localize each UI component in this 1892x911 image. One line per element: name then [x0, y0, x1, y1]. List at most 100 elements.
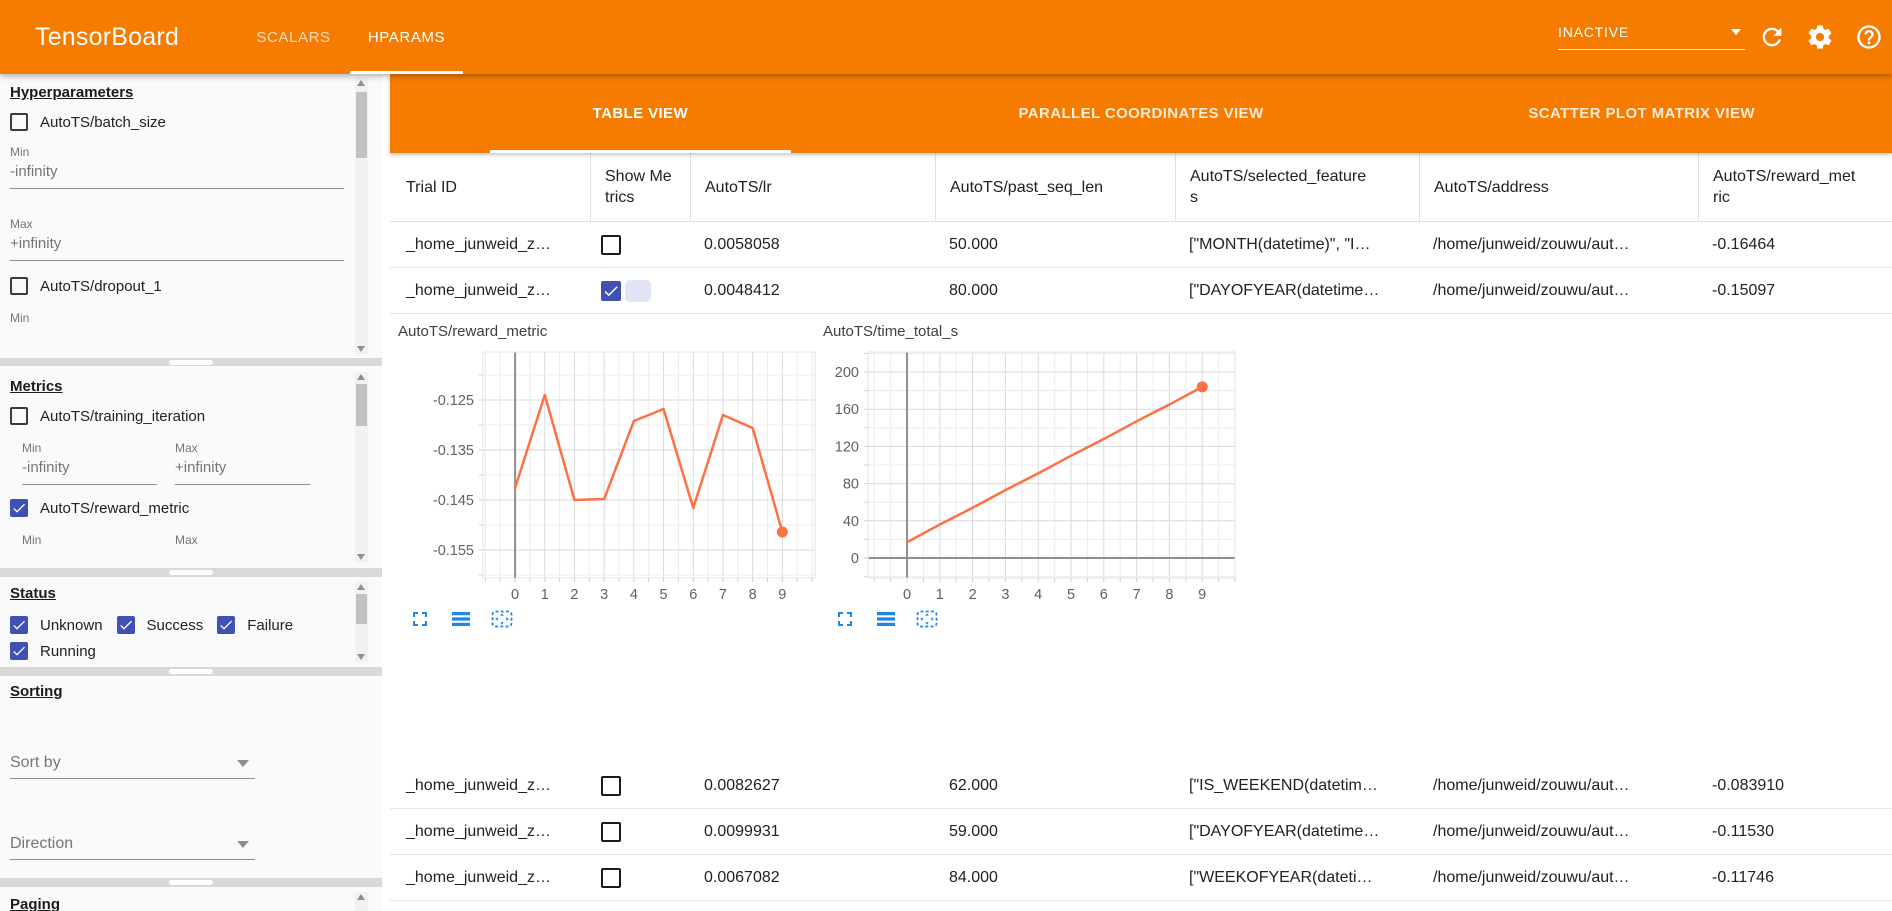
table-row[interactable]: _home_junweid_z… 0.0099931 59.000 ["DAYO…	[390, 809, 1892, 855]
help-button[interactable]	[1855, 23, 1883, 51]
table-row[interactable]: _home_junweid_z… 0.0058058 50.000 ["MONT…	[390, 222, 1892, 268]
column-header-show-metrics[interactable]: Show Metrics	[590, 153, 690, 221]
checkbox-icon[interactable]	[117, 616, 135, 634]
checkbox-icon[interactable]	[10, 277, 28, 295]
checkbox-icon[interactable]	[10, 499, 28, 517]
training-iteration-max-field[interactable]: Max +infinity	[175, 441, 310, 485]
checkbox-icon[interactable]	[601, 822, 621, 842]
drag-handle[interactable]	[169, 570, 213, 575]
checkbox-icon[interactable]	[601, 281, 621, 301]
list-icon[interactable]	[449, 607, 473, 631]
drag-handle[interactable]	[169, 669, 213, 674]
show-metrics-cell[interactable]	[590, 268, 690, 313]
lr-cell: 0.0082627	[690, 763, 935, 808]
scrollbar-thumb[interactable]	[356, 594, 367, 624]
metrics-scrollbar[interactable]	[355, 372, 368, 562]
chevron-down-icon	[237, 760, 249, 767]
scrollbar-thumb[interactable]	[356, 384, 367, 426]
past-seq-len-cell: 50.000	[935, 222, 1175, 267]
table-row[interactable]: _home_junweid_z… 0.0048412 80.000 ["DAYO…	[390, 268, 1892, 314]
svg-text:-0.155: -0.155	[433, 543, 474, 559]
checkbox-icon[interactable]	[10, 642, 28, 660]
table-row[interactable]: _home_junweid_z… 0.0067082 84.000 ["WEEK…	[390, 855, 1892, 901]
min-input[interactable]: -infinity	[10, 159, 344, 189]
hparam-dropout-row[interactable]: AutoTS/dropout_1	[10, 277, 344, 295]
list-icon[interactable]	[874, 607, 898, 631]
tab-parallel-coordinates-view[interactable]: PARALLEL COORDINATES VIEW	[891, 74, 1392, 153]
checkbox-icon[interactable]	[10, 113, 28, 131]
refresh-button[interactable]	[1758, 23, 1786, 51]
tab-scatter-plot-matrix-view[interactable]: SCATTER PLOT MATRIX VIEW	[1391, 74, 1892, 153]
reward-metric-min-field[interactable]: Min	[22, 533, 157, 547]
reward-metric-max-field[interactable]: Max	[175, 533, 310, 547]
status-unknown-row[interactable]: Unknown	[10, 616, 103, 634]
column-header-past-seq-len[interactable]: AutoTS/past_seq_len	[935, 153, 1175, 221]
show-metrics-cell[interactable]	[590, 763, 690, 808]
tab-table-view[interactable]: TABLE VIEW	[390, 74, 891, 153]
scroll-up-icon[interactable]	[357, 584, 365, 590]
section-resize-divider[interactable]	[0, 878, 382, 887]
settings-button[interactable]	[1806, 23, 1834, 51]
tab-scalars[interactable]: SCALARS	[237, 0, 350, 74]
metric-training-iteration-row[interactable]: AutoTS/training_iteration	[10, 407, 344, 425]
status-success-row[interactable]: Success	[117, 616, 204, 634]
drag-handle[interactable]	[169, 880, 213, 885]
column-header-reward-metric[interactable]: AutoTS/reward_metric	[1698, 153, 1892, 221]
checkbox-icon[interactable]	[10, 616, 28, 634]
status-scrollbar[interactable]	[355, 582, 368, 662]
app-bar: TensorBoard SCALARS HPARAMS INACTIVE	[0, 0, 1892, 74]
reward-metric-chart[interactable]: -0.125-0.135-0.145-0.1550123456789	[390, 315, 836, 645]
scroll-up-icon[interactable]	[357, 894, 365, 900]
hyperparameters-scrollbar[interactable]	[355, 78, 368, 354]
checkbox-icon[interactable]	[217, 616, 235, 634]
checkbox-icon[interactable]	[601, 235, 621, 255]
batch-size-min-field[interactable]: Min -infinity	[10, 145, 344, 189]
max-input[interactable]: +infinity	[175, 455, 310, 485]
checkbox-icon[interactable]	[10, 407, 28, 425]
hparam-batch-size-row[interactable]: AutoTS/batch_size	[10, 113, 344, 131]
checkbox-icon[interactable]	[601, 776, 621, 796]
checkbox-ripple	[625, 280, 651, 302]
fit-to-screen-icon[interactable]	[490, 607, 514, 631]
scrollbar-thumb[interactable]	[356, 92, 367, 158]
tab-hparams[interactable]: HPARAMS	[350, 0, 463, 74]
show-metrics-cell[interactable]	[590, 222, 690, 267]
status-failure-row[interactable]: Failure	[217, 616, 293, 634]
fullscreen-icon[interactable]	[408, 607, 432, 631]
dropout-min-field[interactable]: Min	[10, 311, 344, 325]
checkbox-icon[interactable]	[601, 868, 621, 888]
show-metrics-cell[interactable]	[590, 855, 690, 900]
scroll-down-icon[interactable]	[357, 654, 365, 660]
column-header-lr[interactable]: AutoTS/lr	[690, 153, 935, 221]
column-header-trial-id[interactable]: Trial ID	[390, 153, 590, 221]
reward-metric-chart-panel: -0.125-0.135-0.145-0.1550123456789 AutoT…	[390, 315, 836, 655]
section-resize-divider[interactable]	[0, 667, 382, 676]
scroll-down-icon[interactable]	[357, 554, 365, 560]
direction-dropdown[interactable]: Direction	[10, 835, 255, 860]
batch-size-max-field[interactable]: Max +infinity	[10, 217, 344, 261]
column-header-address[interactable]: AutoTS/address	[1419, 153, 1698, 221]
paging-heading: Paging	[10, 896, 344, 911]
scroll-up-icon[interactable]	[357, 80, 365, 86]
column-header-selected-features[interactable]: AutoTS/selected_features	[1175, 153, 1419, 221]
show-metrics-cell[interactable]	[590, 809, 690, 854]
table-row[interactable]: _home_junweid_z… 0.0082627 62.000 ["IS_W…	[390, 763, 1892, 809]
drag-handle[interactable]	[169, 360, 213, 365]
status-running-row[interactable]: Running	[10, 642, 96, 660]
sort-by-dropdown[interactable]: Sort by	[10, 754, 255, 779]
section-resize-divider[interactable]	[0, 568, 382, 577]
fit-to-screen-icon[interactable]	[915, 607, 939, 631]
help-icon	[1855, 23, 1883, 51]
scroll-down-icon[interactable]	[357, 346, 365, 352]
min-input[interactable]: -infinity	[22, 455, 157, 485]
training-iteration-min-field[interactable]: Min -infinity	[22, 441, 157, 485]
metric-reward-metric-row[interactable]: AutoTS/reward_metric	[10, 499, 344, 517]
run-selector-dropdown[interactable]: INACTIVE	[1558, 14, 1745, 50]
status-heading: Status	[10, 585, 344, 602]
status-label: Failure	[247, 617, 293, 634]
max-input[interactable]: +infinity	[10, 231, 344, 261]
fullscreen-icon[interactable]	[833, 607, 857, 631]
paging-scrollbar[interactable]	[355, 892, 368, 911]
scroll-up-icon[interactable]	[357, 374, 365, 380]
time-total-chart[interactable]: 040801201602000123456789	[815, 315, 1261, 645]
